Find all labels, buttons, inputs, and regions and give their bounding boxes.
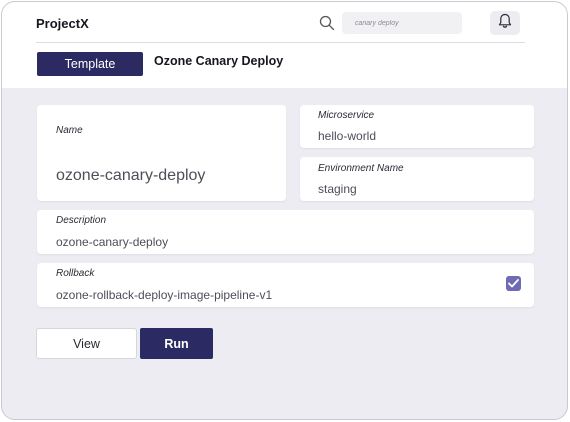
top-bar: ProjectX Template Ozone Canary Deploy [2, 2, 567, 88]
view-button[interactable]: View [36, 328, 137, 359]
microservice-label: Microservice [318, 110, 375, 121]
environment-value: staging [318, 182, 357, 196]
rollback-checkbox[interactable] [506, 276, 521, 291]
template-button[interactable]: Template [37, 52, 143, 76]
description-field[interactable]: Description ozone-canary-deploy [37, 210, 534, 254]
app-window: ProjectX Template Ozone Canary Deploy Na… [1, 1, 568, 420]
name-value: ozone-canary-deploy [56, 167, 206, 184]
bell-icon [498, 13, 512, 34]
microservice-field[interactable]: Microservice hello-world [300, 105, 534, 148]
checkmark-icon [508, 275, 519, 293]
microservice-value: hello-world [318, 129, 377, 143]
app-logo: ProjectX [36, 16, 89, 31]
rollback-label: Rollback [56, 268, 95, 279]
search-icon[interactable] [319, 15, 335, 31]
rollback-value: ozone-rollback-deploy-image-pipeline-v1 [56, 288, 273, 302]
page-title: Ozone Canary Deploy [154, 54, 284, 68]
environment-field[interactable]: Environment Name staging [300, 157, 534, 201]
name-label: Name [56, 125, 83, 136]
name-field[interactable]: Name ozone-canary-deploy [37, 105, 286, 201]
environment-label: Environment Name [318, 163, 404, 174]
rollback-field[interactable]: Rollback ozone-rollback-deploy-image-pip… [37, 263, 534, 307]
run-button[interactable]: Run [140, 328, 213, 359]
description-label: Description [56, 215, 107, 226]
header-divider [36, 42, 525, 43]
notifications-button[interactable] [490, 11, 520, 35]
search-input[interactable] [342, 12, 462, 34]
description-value: ozone-canary-deploy [56, 235, 169, 249]
